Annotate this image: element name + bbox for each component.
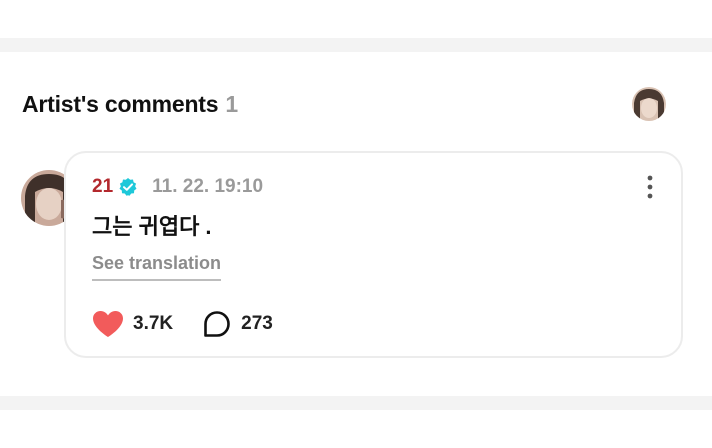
speech-bubble-icon xyxy=(204,311,230,337)
section-header: Artist's comments 1 xyxy=(22,88,238,120)
comment-text: 그는 귀엽다 . xyxy=(92,214,212,239)
heart-icon xyxy=(93,311,123,337)
section-divider-bottom xyxy=(0,396,712,410)
reply-button[interactable]: 273 xyxy=(203,310,273,338)
section-title: Artist's comments xyxy=(22,90,219,117)
comment-actions: 3.7K 273 xyxy=(92,309,273,339)
more-vertical-icon xyxy=(647,175,653,199)
reply-count: 273 xyxy=(241,313,273,334)
author-name[interactable]: 21 xyxy=(92,176,113,198)
current-user-avatar[interactable] xyxy=(632,87,666,121)
comment-timestamp: 11. 22. 19:10 xyxy=(152,176,264,197)
section-divider-top xyxy=(0,38,712,52)
see-translation-link[interactable]: See translation xyxy=(92,253,222,281)
like-button[interactable]: 3.7K xyxy=(92,310,173,338)
comment-count: 1 xyxy=(225,90,238,117)
verified-badge-icon xyxy=(118,177,138,197)
more-options-button[interactable] xyxy=(640,173,660,201)
comment-card: 21 11. 22. 19:10 그는 귀엽다 . See translatio… xyxy=(64,151,683,358)
comment-meta: 21 11. 22. 19:10 xyxy=(92,175,263,199)
like-count: 3.7K xyxy=(133,313,174,334)
